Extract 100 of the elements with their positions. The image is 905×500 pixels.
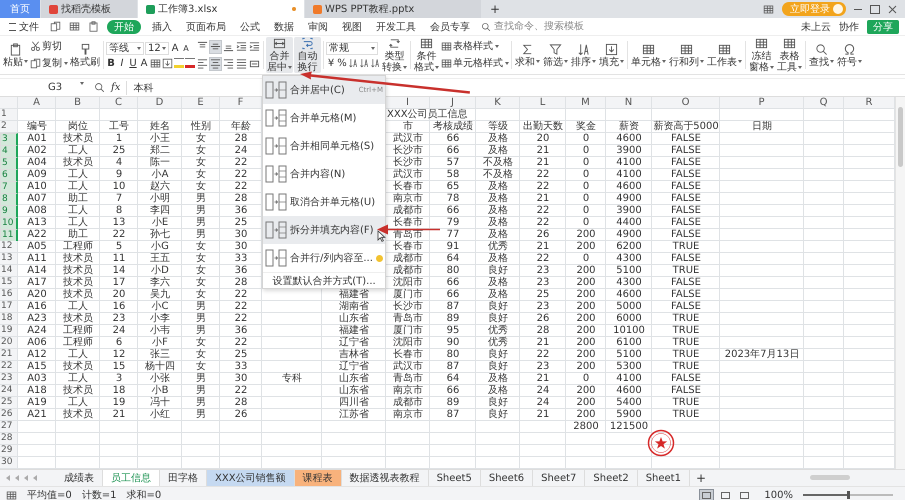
- row-header[interactable]: 13: [0, 253, 18, 265]
- function-label[interactable]: fx: [111, 82, 120, 93]
- row-header[interactable]: 19: [0, 325, 18, 337]
- column-header[interactable]: N: [606, 97, 652, 109]
- ribbon-button[interactable]: 查找: [808, 37, 835, 73]
- row-header[interactable]: 27: [0, 421, 18, 433]
- ribbon-button[interactable]: 冻结窗格: [748, 37, 775, 73]
- add-sheet-button[interactable]: +: [690, 470, 712, 486]
- ribbon-button[interactable]: 格式刷: [69, 37, 101, 73]
- new-tab-button[interactable]: +: [482, 0, 508, 18]
- column-header[interactable]: Q: [804, 97, 844, 109]
- view-mode-button[interactable]: [699, 488, 714, 500]
- row-header[interactable]: 8: [0, 193, 18, 206]
- alignment-button[interactable]: [209, 56, 222, 70]
- row-header[interactable]: 1: [0, 109, 18, 121]
- ribbon-button[interactable]: 填充: [598, 37, 625, 73]
- menu-item[interactable]: 合并内容(N): [263, 160, 385, 188]
- menu-tab[interactable]: 开发工具: [373, 20, 419, 34]
- ribbon-button[interactable]: 符号: [836, 37, 863, 73]
- decrease-font-button[interactable]: A: [181, 44, 191, 52]
- row-header[interactable]: 22: [0, 361, 18, 373]
- menu-tab[interactable]: 会员专享: [427, 20, 473, 34]
- ribbon-button[interactable]: 类型转换: [381, 37, 408, 73]
- ribbon-button[interactable]: 复制: [30, 56, 68, 70]
- zoom-level[interactable]: 100%: [764, 490, 793, 500]
- row-header[interactable]: 23: [0, 373, 18, 385]
- row-header[interactable]: 17: [0, 301, 18, 313]
- row-header[interactable]: 11: [0, 229, 18, 242]
- alignment-button[interactable]: [248, 40, 261, 54]
- row-header[interactable]: 30: [0, 457, 18, 469]
- ribbon-button[interactable]: 排序: [570, 37, 597, 73]
- increase-font-button[interactable]: A: [170, 42, 180, 54]
- ribbon-button[interactable]: 工作表: [706, 37, 743, 73]
- ribbon-button[interactable]: 自动换行: [294, 37, 321, 73]
- text-style-button[interactable]: A: [139, 58, 149, 68]
- ribbon-button[interactable]: 行和列: [668, 37, 705, 73]
- command-search-field[interactable]: 查找命令、搜索模板: [481, 21, 604, 32]
- column-header[interactable]: M: [566, 97, 606, 109]
- row-header[interactable]: 25: [0, 397, 18, 409]
- font-size-dropdown[interactable]: 12: [145, 42, 169, 54]
- column-header[interactable]: C: [100, 97, 138, 109]
- number-format-dropdown[interactable]: 常规: [326, 42, 378, 54]
- column-header[interactable]: D: [138, 97, 182, 109]
- menu-item[interactable]: 合并单元格(M): [263, 104, 385, 132]
- row-header[interactable]: 14: [0, 265, 18, 277]
- row-header[interactable]: 3: [0, 133, 18, 146]
- column-header[interactable]: J: [430, 97, 476, 109]
- alignment-button[interactable]: [235, 56, 248, 70]
- font-name-dropdown[interactable]: 等线: [106, 42, 144, 54]
- menu-tab[interactable]: 视图: [339, 20, 365, 34]
- minimize-icon[interactable]: [854, 8, 862, 10]
- row-header[interactable]: 2: [0, 121, 18, 133]
- alignment-button[interactable]: [209, 40, 222, 54]
- row-header[interactable]: 24: [0, 385, 18, 397]
- text-style-button[interactable]: B: [106, 58, 116, 68]
- menu-tab[interactable]: 插入: [149, 20, 175, 34]
- ribbon-button[interactable]: 粘贴: [2, 37, 29, 73]
- alignment-button[interactable]: [235, 40, 248, 54]
- ribbon-button[interactable]: 条件格式: [413, 37, 440, 73]
- vertical-scrollbar[interactable]: [895, 97, 905, 469]
- row-header[interactable]: 7: [0, 181, 18, 194]
- row-header[interactable]: 16: [0, 289, 18, 301]
- column-header[interactable]: A: [18, 97, 56, 109]
- sheet-tab[interactable]: XXX公司销售额: [207, 470, 295, 486]
- text-style-button[interactable]: I: [117, 58, 127, 68]
- document-tab[interactable]: 找稻壳模板: [41, 0, 137, 18]
- menu-tab[interactable]: 公式: [237, 20, 263, 34]
- column-header[interactable]: I: [386, 97, 430, 109]
- column-header[interactable]: L: [520, 97, 566, 109]
- menu-item[interactable]: 拆分并填充内容(F): [263, 216, 385, 244]
- menu-tab[interactable]: 审阅: [305, 20, 331, 34]
- row-header[interactable]: 28: [0, 433, 18, 445]
- cloud-status-button[interactable]: 未上云: [801, 20, 831, 34]
- percent-button[interactable]: %: [337, 58, 347, 68]
- row-header[interactable]: 9: [0, 205, 18, 218]
- row-header[interactable]: 15: [0, 277, 18, 289]
- ribbon-button[interactable]: 表格样式: [441, 40, 509, 54]
- ribbon-button[interactable]: 剪切: [30, 40, 68, 54]
- file-menu[interactable]: 文件: [6, 20, 42, 34]
- column-header[interactable]: B: [56, 97, 100, 109]
- cell-name-box[interactable]: G3: [2, 82, 88, 93]
- ribbon-button[interactable]: 表格工具: [776, 37, 803, 73]
- row-header[interactable]: 20: [0, 337, 18, 349]
- menu-tab[interactable]: 页面布局: [183, 20, 229, 34]
- column-header[interactable]: K: [476, 97, 520, 109]
- column-header[interactable]: E: [182, 97, 220, 109]
- maximize-icon[interactable]: [870, 4, 880, 14]
- fill-color-icon[interactable]: [174, 58, 184, 68]
- font-color-icon[interactable]: [185, 58, 195, 68]
- sheet-tab[interactable]: 员工信息: [103, 470, 160, 486]
- collaborate-button[interactable]: 协作: [839, 20, 859, 34]
- menu-item[interactable]: 设置默认合并方式(T)...: [263, 272, 385, 288]
- ribbon-button[interactable]: 求和: [514, 37, 541, 73]
- sheet-tab[interactable]: 课程表: [294, 470, 342, 486]
- menu-item[interactable]: 合并相同单元格(S): [263, 132, 385, 160]
- row-header[interactable]: 29: [0, 445, 18, 457]
- document-tab[interactable]: WPS PPT教程.pptx: [305, 0, 481, 18]
- close-icon[interactable]: [888, 4, 897, 14]
- row-header[interactable]: 5: [0, 157, 18, 170]
- currency-button[interactable]: ¥: [326, 58, 336, 68]
